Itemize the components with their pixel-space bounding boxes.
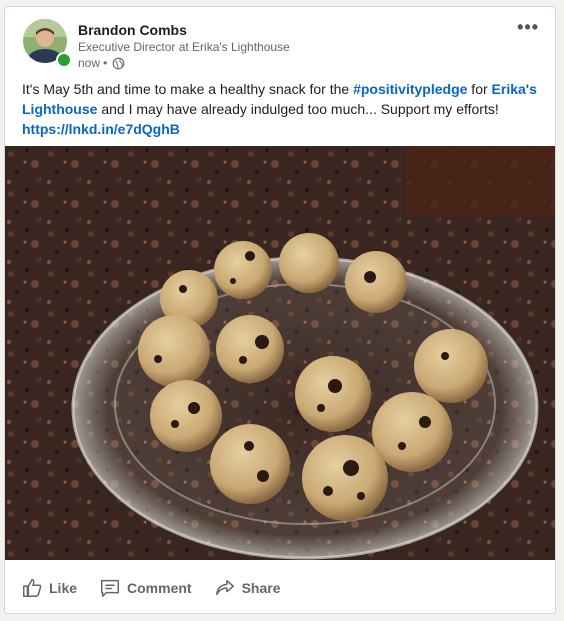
post-body: It's May 5th and time to make a healthy … <box>22 79 542 139</box>
share-label: Share <box>241 580 281 596</box>
post-card: Brandon Combs Executive Director at Erik… <box>4 6 556 614</box>
hashtag-link[interactable]: #positivitypledge <box>353 81 467 97</box>
share-button[interactable]: Share <box>214 577 281 599</box>
post-time: now <box>78 56 101 70</box>
author-headline: Executive Director at Erika's Lighthouse <box>78 40 290 54</box>
snack-photo <box>5 146 555 560</box>
post-text-intro: It's May 5th and time to make a healthy … <box>22 81 354 97</box>
more-options-icon[interactable]: ••• <box>517 17 539 38</box>
social-actions-bar: Like Comment Share <box>5 565 555 611</box>
post-image[interactable] <box>5 146 555 560</box>
comment-button[interactable]: Comment <box>99 577 192 599</box>
post-header: Brandon Combs Executive Director at Erik… <box>5 7 555 75</box>
like-label: Like <box>49 580 78 596</box>
thumbs-up-icon <box>23 579 42 597</box>
like-button[interactable]: Like <box>21 577 77 599</box>
post-text-outro: and I may have already indulged too much… <box>97 101 499 117</box>
author-name[interactable]: Brandon Combs <box>78 22 187 38</box>
post-text-mid: for <box>467 81 492 97</box>
comment-icon <box>101 579 119 597</box>
separator-dot: • <box>103 56 108 70</box>
globe-icon <box>112 57 125 69</box>
post-timestamp: now • <box>78 56 125 70</box>
share-icon <box>215 579 234 596</box>
online-status-indicator <box>56 52 72 68</box>
comment-label: Comment <box>127 580 192 596</box>
short-url-link[interactable]: https://lnkd.in/e7dQghB <box>22 121 180 137</box>
